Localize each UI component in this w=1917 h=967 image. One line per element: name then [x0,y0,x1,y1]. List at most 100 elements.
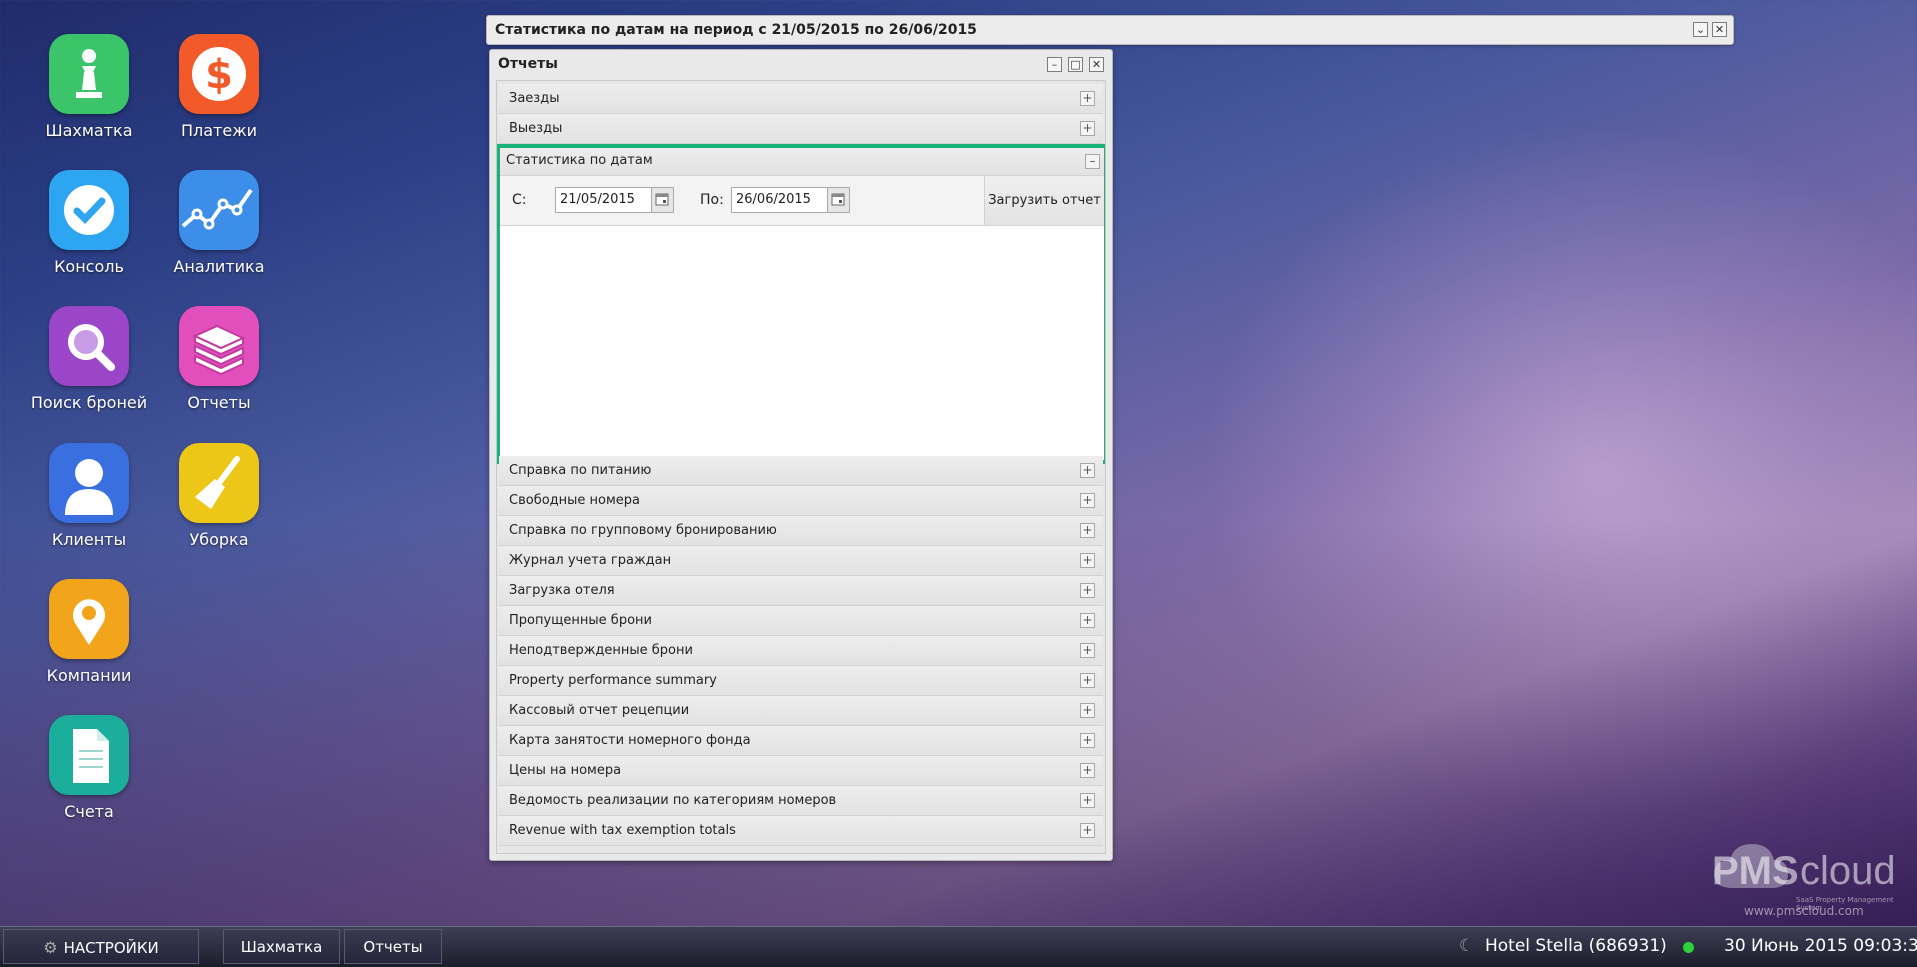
desktop-icon-cleaning[interactable]: Уборка [154,443,284,549]
to-date-value: 26/06/2015 [736,192,811,207]
expand-plus-icon[interactable]: + [1080,463,1095,478]
desktop-icon-booking-search[interactable]: Поиск броней [24,306,154,412]
desktop-icon-companies[interactable]: Компании [24,579,154,685]
desktop-icon-label: Аналитика [173,257,265,276]
hotel-name[interactable]: Hotel Stella (686931) [1485,936,1667,956]
desktop-icon-label: Клиенты [51,530,127,549]
desktop-icon-label: Компании [46,666,132,685]
desktop-icon-label: Шахматка [45,121,133,140]
expand-plus-icon[interactable]: + [1080,733,1095,748]
desktop-icon-label: Счета [64,802,114,821]
expand-plus-icon[interactable]: + [1080,493,1095,508]
report-row[interactable]: Property performance summary + [499,666,1103,696]
svg-text:cloud: cloud [1800,849,1896,893]
report-row[interactable]: Свободные номера + [499,486,1103,516]
calendar-icon[interactable] [651,188,673,212]
desktop-icon-clients[interactable]: Клиенты [24,443,154,549]
taskbar-tab-chess[interactable]: Шахматка [223,929,340,964]
map-pin-icon [49,579,129,659]
desktop-icon-console[interactable]: Консоль [24,170,154,276]
reports-accordion: Заезды + Выезды + Статистика по датам – … [496,80,1106,854]
chess-pawn-icon [49,34,129,114]
report-row-label: Выезды [509,121,563,136]
report-row-label: Property performance summary [509,673,717,688]
expand-plus-icon[interactable]: + [1080,553,1095,568]
load-report-button[interactable]: Загрузить отчет [984,176,1104,225]
expand-plus-icon[interactable]: + [1080,523,1095,538]
expand-plus-icon[interactable]: + [1080,91,1095,106]
report-row[interactable]: Журнал учета граждан + [499,546,1103,576]
to-date-field[interactable]: 26/06/2015 [731,187,850,213]
report-row[interactable]: Загрузка отеля + [499,576,1103,606]
calendar-icon[interactable] [827,188,849,212]
expand-plus-icon[interactable]: + [1080,673,1095,688]
report-row-label: Свободные номера [509,493,641,508]
report-row[interactable]: Неподтвержденные брони + [499,636,1103,666]
report-row-label: Ведомость реализации по категориям номер… [509,793,837,808]
report-row-label: Журнал учета граждан [509,553,672,568]
pmscloud-logo: PMS cloud SaaS Property Management Syste… [1702,838,1912,918]
desktop-icon-label: Консоль [54,257,124,276]
desktop-icon-label: Отчеты [187,393,251,412]
desktop-icon-reports[interactable]: Отчеты [154,306,284,412]
stats-window-title: Статистика по датам на период с 21/05/20… [495,22,977,38]
reports-window: Отчеты – □ ✕ Заезды + Выезды + Статистик… [489,49,1113,861]
report-row[interactable]: Справка по питанию + [499,456,1103,486]
report-row[interactable]: Цены на номера + [499,756,1103,786]
gear-icon: ⚙ [43,938,58,957]
minimize-icon: – [1051,58,1058,71]
desktop-icon-label: Платежи [180,121,258,140]
report-row[interactable]: Кассовый отчет рецепции + [499,696,1103,726]
desktop-icon-payments[interactable]: $ Платежи [154,34,284,140]
expand-plus-icon[interactable]: + [1080,121,1095,136]
expand-plus-icon[interactable]: + [1080,643,1095,658]
report-row[interactable]: Выезды + [499,114,1103,144]
settings-button[interactable]: ⚙ НАСТРОЙКИ [3,929,199,964]
from-date-field[interactable]: 21/05/2015 [555,187,674,213]
report-row[interactable]: Справка по групповому бронированию + [499,516,1103,546]
expand-plus-icon[interactable]: + [1080,763,1095,778]
desktop-icon-label: Уборка [189,530,249,549]
chevron-double-down-icon: ⌄ [1695,23,1706,36]
desktop-icon-chess[interactable]: Шахматка [24,34,154,140]
stats-window-titlebar[interactable]: Статистика по датам на период с 21/05/20… [486,15,1734,45]
broom-icon [179,443,259,523]
desktop-icon-analytics[interactable]: Аналитика [154,170,284,276]
from-date-value: 21/05/2015 [560,192,635,207]
report-row-label: Карта занятости номерного фонда [509,733,751,748]
expand-plus-icon[interactable]: + [1080,583,1095,598]
report-result-area [500,226,1104,452]
expand-plus-icon[interactable]: + [1080,823,1095,838]
reports-window-title: Отчеты [498,56,558,72]
close-window-button[interactable]: ✕ [1712,22,1727,37]
expand-plus-icon[interactable]: + [1080,703,1095,718]
chart-line-icon [179,170,259,250]
report-row-label: Загрузка отеля [509,583,615,598]
report-row[interactable]: Ведомость реализации по категориям номер… [499,786,1103,816]
collapse-minus-icon[interactable]: – [1085,154,1100,169]
document-icon [49,715,129,795]
expand-window-button[interactable]: ⌄ [1693,22,1708,37]
report-row[interactable]: Пропущенные брони + [499,606,1103,636]
close-icon: ✕ [1714,23,1725,36]
expand-plus-icon[interactable]: + [1080,613,1095,628]
report-row[interactable]: Карта занятости номерного фонда + [499,726,1103,756]
taskbar-tab-reports[interactable]: Отчеты [344,929,442,964]
expanded-report-header[interactable]: Статистика по датам – [500,148,1104,176]
minimize-window-button[interactable]: – [1047,57,1062,72]
expand-plus-icon[interactable]: + [1080,793,1095,808]
desktop-icon-label: Поиск броней [30,393,148,412]
date-filter-bar: С: 21/05/2015 По: 26/06/2015 Загрузить о… [500,176,1104,226]
person-icon [49,443,129,523]
maximize-window-button[interactable]: □ [1068,57,1083,72]
from-label: С: [512,192,527,208]
desktop-icon-invoices[interactable]: Счета [24,715,154,821]
books-icon [179,306,259,386]
report-row[interactable]: Заезды + [499,84,1103,114]
expanded-report-title: Статистика по датам [506,153,653,168]
close-reports-button[interactable]: ✕ [1089,57,1104,72]
expanded-report-section: Статистика по датам – С: 21/05/2015 По: … [497,144,1105,464]
report-row[interactable]: Revenue with tax exemption totals + [499,816,1103,846]
logo-url: www.pmscloud.com [1744,904,1864,918]
svg-text:$: $ [205,52,233,98]
